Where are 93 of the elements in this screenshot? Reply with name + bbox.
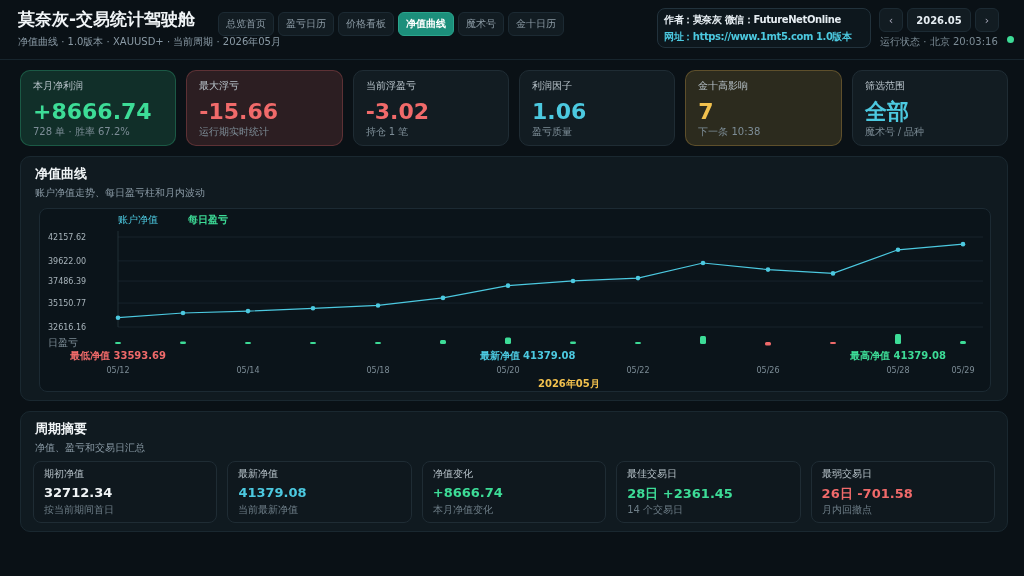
axis-tick-label: 05/29 (951, 366, 975, 375)
nav-tab[interactable]: 魔术号 (458, 12, 504, 36)
data-point (115, 315, 121, 320)
app-title: 莫奈灰-交易统计驾驶舱 (18, 8, 196, 31)
data-point (505, 283, 511, 288)
axis-tick-label: 35150.77 (48, 299, 87, 309)
data-point (180, 310, 186, 316)
axis-tick-label: 05/22 (626, 366, 650, 375)
chart-annotation: 最新净值 41379.08 (479, 350, 576, 361)
profit-bar (180, 341, 186, 344)
profit-bar (505, 337, 511, 344)
data-point (700, 260, 706, 266)
nav-tab[interactable]: 净值曲线 (398, 12, 454, 36)
author-text: 作者：莫奈灰 微信：FutureNetOnline (664, 12, 841, 27)
app-subtitle: 净值曲线 · 1.0版本 · XAUUSD+ · 当前周期 · 2026年05月 (18, 35, 281, 49)
kpi-label: 当前浮盈亏 (365, 79, 417, 93)
panel-title: 净值曲线 (35, 165, 88, 183)
data-point (960, 241, 966, 247)
summary-note: 本月净值变化 (432, 503, 494, 517)
prev-month-button[interactable]: ‹ (879, 8, 903, 32)
nav-tab[interactable]: 价格看板 (338, 12, 394, 36)
axis-tick-label: 05/28 (886, 366, 910, 375)
axis-tick-label: 05/12 (106, 366, 130, 375)
panel-subtitle: 净值、盈亏和交易日汇总 (35, 441, 146, 455)
summary-value: 26日 -701.58 (821, 485, 914, 503)
next-month-button[interactable]: › (975, 8, 999, 32)
data-point (635, 275, 641, 281)
summary-value: 32712.34 (44, 485, 114, 500)
profit-bar (570, 341, 576, 344)
panel-title: 周期摘要 (35, 420, 88, 438)
nav-tab[interactable]: 总览首页 (218, 12, 274, 36)
kpi-value: +8666.74 (33, 99, 153, 125)
data-point (375, 303, 381, 308)
kpi-label: 本月净利润 (33, 79, 84, 93)
summary-label: 最弱交易日 (821, 467, 873, 481)
summary-note: 按当前期间首日 (44, 503, 115, 517)
kpi-note: 运行期实时统计 (199, 125, 271, 139)
summary-label: 期初净值 (44, 467, 85, 481)
kpi-label: 利润因子 (532, 79, 573, 93)
summary-label: 净值变化 (432, 467, 474, 481)
nav-tab[interactable]: 金十日历 (508, 12, 564, 36)
status-text: 运行状态 · 北京 20:03:16 (880, 35, 998, 49)
axis-tick-label: 05/20 (496, 366, 520, 375)
kpi-value: 7 (698, 99, 715, 125)
profit-bar (895, 334, 901, 344)
axis-tick-label: 05/18 (366, 366, 390, 375)
kpi-note: 盈亏质量 (532, 125, 573, 139)
summary-value: 28日 +2361.45 (627, 485, 734, 503)
chart-annotation: 最低净值 33593.69 (70, 350, 166, 361)
panel-subtitle: 账户净值走势、每日盈亏柱和月内波动 (35, 186, 206, 200)
kpi-label: 最大浮亏 (199, 79, 241, 93)
axis-tick-label: 42157.62 (48, 233, 87, 242)
data-point (830, 271, 836, 276)
kpi-value: 全部 (864, 99, 910, 125)
summary-note: 14 个交易日 (627, 503, 685, 517)
chart-annotation: 最高净值 41379.08 (850, 350, 946, 361)
axis-tick-label: 32616.16 (48, 323, 87, 332)
kpi-value: 1.06 (532, 99, 588, 125)
kpi-value: -3.02 (365, 99, 431, 125)
summary-label: 最佳交易日 (627, 467, 679, 481)
kpi-label: 金十高影响 (698, 79, 750, 93)
legend-label: 账户净值 (118, 214, 158, 225)
legend-label: 每日盈亏 (188, 214, 228, 225)
data-point (570, 278, 576, 284)
profit-bar (700, 336, 706, 344)
summary-label: 最新净值 (238, 467, 280, 481)
data-point (310, 306, 316, 311)
data-point (440, 295, 446, 301)
profit-bar (960, 341, 966, 344)
kpi-note: 下一条 10:38 (698, 125, 762, 139)
axis-tick-label: 05/14 (236, 366, 260, 375)
profit-bar (765, 342, 771, 346)
summary-value: +8666.74 (432, 485, 504, 500)
website-link[interactable]: 网址：https://www.1mt5.com 1.0版本 (664, 29, 852, 44)
summary-value: 41379.08 (238, 485, 308, 500)
kpi-note: 728 单 · 胜率 67.2% (33, 125, 131, 139)
kpi-note: 魔术号 / 品种 (864, 125, 926, 139)
data-point (765, 267, 771, 272)
summary-note: 当前最新净值 (238, 503, 300, 517)
month-display: 2026.05 (907, 8, 971, 32)
kpi-value: -15.66 (199, 99, 280, 125)
axis-tick-label: 05/26 (756, 366, 780, 375)
axis-tick-label: 37486.39 (48, 277, 87, 287)
summary-note: 月内回撤点 (821, 503, 873, 517)
nav-tab[interactable]: 盈亏日历 (278, 12, 334, 36)
axis-tick-label: 39622.00 (48, 256, 87, 266)
data-point (895, 247, 901, 253)
data-point (245, 308, 251, 314)
axis-label: 日盈亏 (48, 337, 78, 348)
kpi-note: 持仓 1 笔 (365, 125, 410, 139)
axis-title: 2026年05月 (538, 378, 600, 389)
kpi-label: 筛选范围 (864, 79, 906, 93)
profit-bar (440, 340, 446, 344)
